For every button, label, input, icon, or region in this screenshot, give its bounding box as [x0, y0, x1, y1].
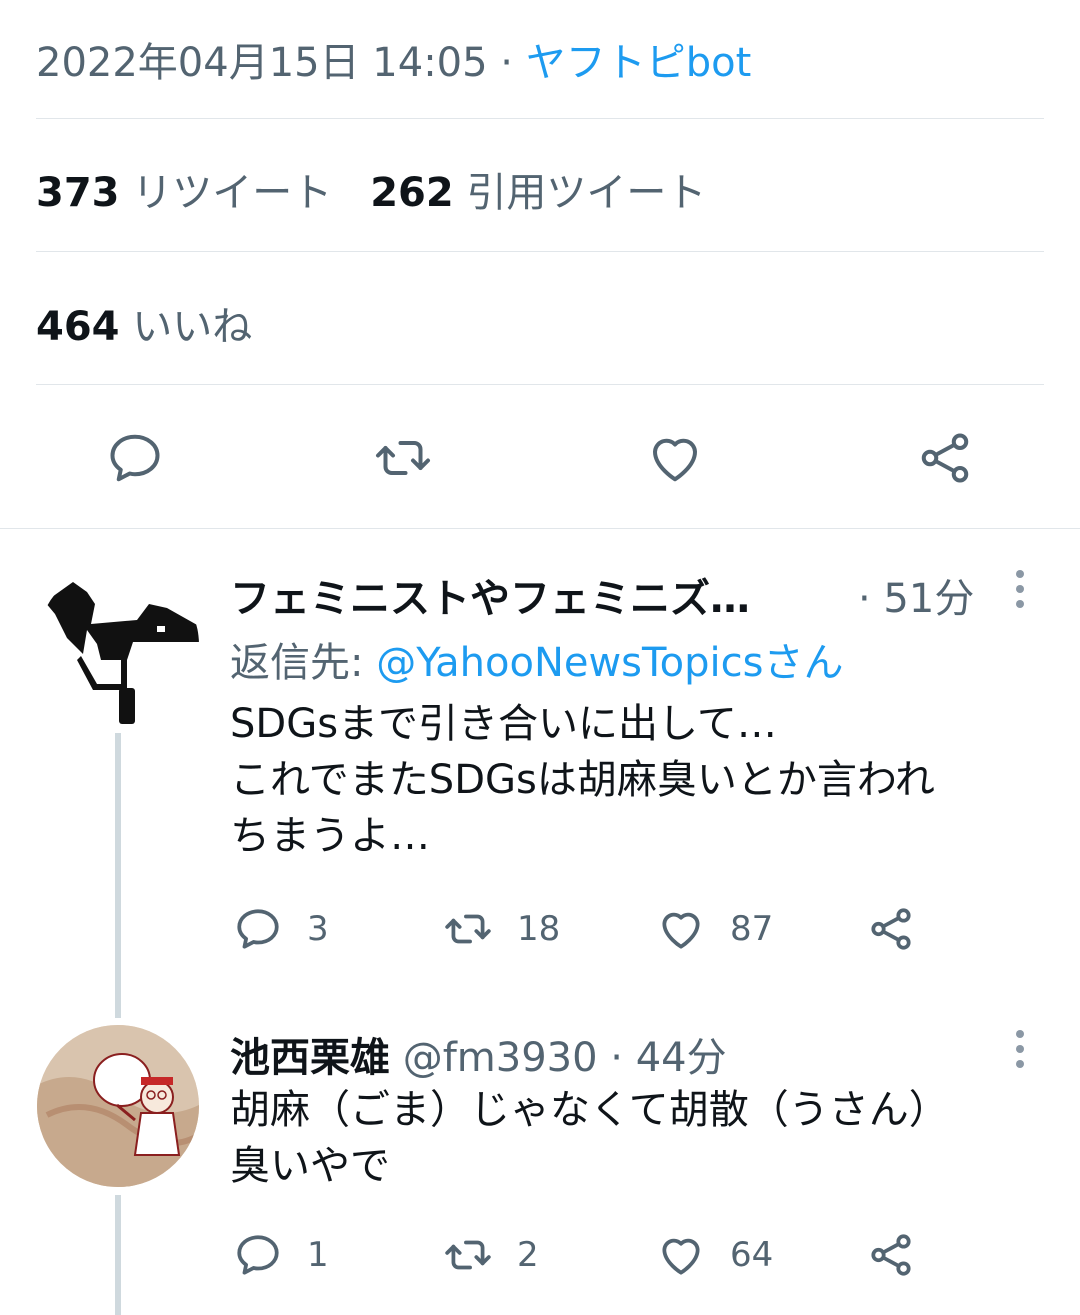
- like-label: いいね: [132, 304, 253, 350]
- speech-bubble-icon: [110, 434, 160, 482]
- likes-stat[interactable]: 464 いいね: [36, 294, 252, 352]
- reply-to-handle[interactable]: @YahooNewsTopicsさん: [376, 640, 843, 686]
- author-name[interactable]: フェミニストやフェミニズ…: [230, 576, 750, 622]
- avatar[interactable]: [37, 564, 199, 726]
- like-count: 87: [730, 909, 774, 949]
- author-handle[interactable]: @fm3930: [403, 1035, 598, 1081]
- retweet-label: リツイート: [132, 170, 333, 216]
- like-button[interactable]: [645, 428, 705, 488]
- retweet-count: 2: [517, 1235, 539, 1275]
- dot: [1016, 1045, 1024, 1053]
- like-button[interactable]: 87: [656, 904, 773, 954]
- reply-count: 3: [307, 909, 329, 949]
- retweet-button[interactable]: [373, 428, 433, 488]
- speech-bubble-icon: [237, 909, 279, 949]
- cartoon-character-icon: [37, 1025, 199, 1187]
- divider: [0, 528, 1080, 529]
- tweet-text: 胡麻（ごま）じゃなくて胡散（うさん） 臭いやで: [230, 1087, 949, 1189]
- dot: [1016, 1030, 1024, 1038]
- heart-icon: [653, 438, 697, 482]
- tweet-source-link[interactable]: ヤフトピbot: [526, 40, 752, 86]
- like-count: 64: [730, 1235, 774, 1275]
- tweet-meta: 2022年04月15日 14:05 · ヤフトピbot: [36, 30, 751, 88]
- retweet-button[interactable]: 18: [443, 904, 560, 954]
- reply-count: 1: [307, 1235, 329, 1275]
- dot: [1016, 570, 1024, 578]
- dot: [1016, 1060, 1024, 1068]
- retweet-arrows-icon: [445, 914, 491, 944]
- reply-button[interactable]: 3: [233, 904, 329, 954]
- retweet-button[interactable]: 2: [443, 1230, 539, 1280]
- reply-time: · 51分: [858, 566, 974, 624]
- more-options-button[interactable]: [1010, 570, 1030, 608]
- retweet-arrows-icon: [376, 441, 430, 475]
- share-button[interactable]: [915, 428, 975, 488]
- quote-count: 262: [370, 170, 454, 216]
- divider: [36, 384, 1044, 385]
- share-nodes-icon: [871, 908, 911, 950]
- reply-header: 池西栗雄 @fm3930 · 44分: [230, 1025, 727, 1083]
- heart-icon: [662, 912, 700, 949]
- reply-button[interactable]: 1: [233, 1230, 329, 1280]
- share-button[interactable]: [866, 904, 916, 954]
- reply-to-prefix: 返信先:: [230, 640, 377, 686]
- quotes-stat[interactable]: 262 引用ツイート: [370, 170, 706, 216]
- paint-roller-figure-icon: [45, 582, 199, 724]
- timestamp[interactable]: · 51分: [858, 576, 974, 622]
- dot: [1016, 600, 1024, 608]
- reply-header: フェミニストやフェミニズ…: [230, 566, 750, 624]
- heart-icon: [662, 1238, 700, 1275]
- reply-context: 返信先: @YahooNewsTopicsさん: [230, 630, 843, 688]
- avatar[interactable]: [37, 1025, 199, 1187]
- reply-button[interactable]: [105, 428, 165, 488]
- thread-connector: [115, 733, 121, 1018]
- tweet-timestamp[interactable]: 2022年04月15日 14:05: [36, 40, 488, 86]
- retweet-count: 373: [36, 170, 120, 216]
- like-count: 464: [36, 304, 120, 350]
- meta-separator: ·: [487, 40, 526, 86]
- share-button[interactable]: [866, 1230, 916, 1280]
- divider: [36, 251, 1044, 252]
- more-options-button[interactable]: [1010, 1030, 1030, 1068]
- divider: [36, 118, 1044, 119]
- engagement-stats: 373 リツイート 262 引用ツイート: [36, 160, 706, 218]
- timestamp[interactable]: · 44分: [598, 1035, 726, 1081]
- like-button[interactable]: 64: [656, 1230, 773, 1280]
- thread-connector: [115, 1195, 121, 1315]
- retweet-count: 18: [517, 909, 561, 949]
- quote-label: 引用ツイート: [466, 170, 707, 216]
- tweet-text: SDGsまで引き合いに出して… これでまたSDGsは胡麻臭いとか言われ ちまうよ…: [230, 701, 935, 859]
- share-nodes-icon: [871, 1234, 911, 1276]
- retweets-stat[interactable]: 373 リツイート: [36, 170, 332, 216]
- author-name[interactable]: 池西栗雄: [230, 1035, 390, 1081]
- speech-bubble-icon: [237, 1235, 279, 1275]
- retweet-arrows-icon: [445, 1240, 491, 1270]
- share-nodes-icon: [921, 433, 969, 483]
- dot: [1016, 585, 1024, 593]
